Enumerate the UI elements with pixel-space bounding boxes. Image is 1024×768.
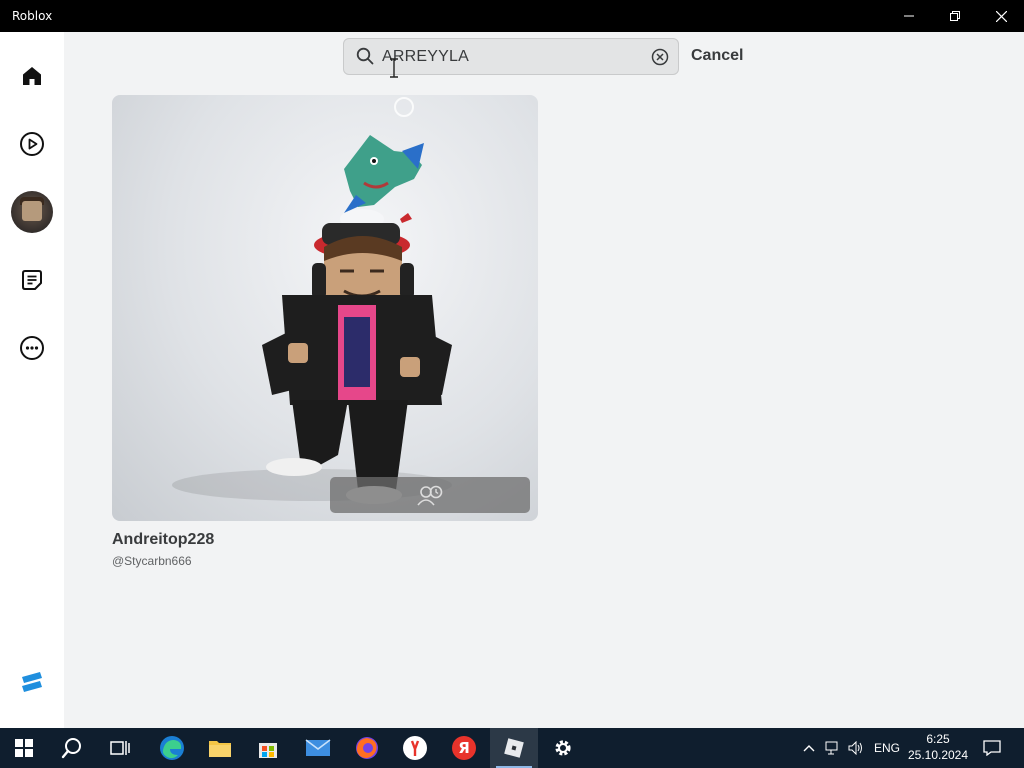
taskbar-store[interactable] bbox=[244, 728, 292, 768]
show-hidden-icons-button[interactable] bbox=[798, 728, 820, 768]
roblox-studio-button[interactable] bbox=[12, 662, 52, 702]
roblox-icon bbox=[504, 738, 524, 758]
network-button[interactable] bbox=[822, 728, 844, 768]
clock[interactable]: 6:25 25.10.2024 bbox=[906, 731, 970, 763]
clock-date: 25.10.2024 bbox=[907, 748, 969, 762]
sidebar-item-home[interactable] bbox=[12, 56, 52, 96]
window-title: Roblox bbox=[12, 9, 53, 23]
title-bar: Roblox bbox=[0, 0, 1024, 32]
user-result-card[interactable] bbox=[112, 95, 538, 521]
firefox-icon bbox=[356, 737, 378, 759]
network-icon bbox=[825, 741, 838, 755]
search-page: ARREYYLA Cancel Andreitop228 @Stycarbn66… bbox=[64, 32, 1024, 728]
restore-button[interactable] bbox=[932, 0, 978, 32]
sidebar-item-play[interactable] bbox=[12, 124, 52, 164]
chat-icon bbox=[22, 270, 42, 290]
text-cursor-icon bbox=[390, 58, 398, 78]
taskbar-roblox[interactable] bbox=[490, 728, 538, 768]
svg-text:Я: Я bbox=[458, 739, 470, 757]
taskbar-yandex[interactable]: Я bbox=[440, 728, 488, 768]
taskbar-yandex-browser[interactable] bbox=[391, 728, 439, 768]
task-view-icon bbox=[110, 741, 130, 755]
home-icon bbox=[23, 67, 41, 85]
result-username: @Stycarbn666 bbox=[112, 554, 192, 568]
yandex-browser-icon bbox=[403, 736, 427, 760]
avatar-image bbox=[172, 135, 452, 504]
sidebar bbox=[0, 32, 64, 728]
roblox-studio-icon bbox=[22, 672, 42, 692]
taskbar-search-button[interactable] bbox=[48, 728, 96, 768]
clock-time: 6:25 bbox=[926, 732, 950, 746]
clear-search-icon[interactable] bbox=[651, 48, 669, 66]
store-icon bbox=[259, 743, 277, 758]
edge-icon bbox=[160, 736, 184, 760]
add-friend-icon bbox=[417, 485, 443, 506]
mail-icon bbox=[305, 739, 331, 756]
taskbar-file-explorer[interactable] bbox=[196, 728, 244, 768]
close-window-button[interactable] bbox=[978, 0, 1024, 32]
search-icon bbox=[356, 47, 374, 65]
search-icon bbox=[61, 738, 81, 759]
taskbar-mail[interactable] bbox=[294, 728, 342, 768]
yandex-icon: Я bbox=[452, 736, 476, 760]
folder-icon bbox=[209, 741, 231, 757]
more-icon bbox=[20, 336, 44, 360]
sidebar-item-avatar[interactable] bbox=[11, 191, 53, 233]
add-friend-button[interactable] bbox=[330, 477, 530, 513]
taskbar-settings[interactable] bbox=[539, 728, 587, 768]
start-button[interactable] bbox=[0, 728, 48, 768]
result-display-name[interactable]: Andreitop228 bbox=[112, 531, 214, 549]
task-view-button[interactable] bbox=[96, 728, 144, 768]
taskbar-firefox[interactable] bbox=[343, 728, 391, 768]
play-icon bbox=[20, 132, 44, 156]
windows-taskbar: Я ENG 6:25 25.10.2024 bbox=[0, 728, 1024, 768]
gear-icon bbox=[555, 740, 571, 756]
chevron-up-icon bbox=[803, 745, 815, 752]
sidebar-item-more[interactable] bbox=[12, 328, 52, 368]
sidebar-item-chat[interactable] bbox=[12, 260, 52, 300]
minimize-button[interactable] bbox=[886, 0, 932, 32]
cancel-button[interactable]: Cancel bbox=[691, 47, 743, 65]
language-indicator[interactable]: ENG bbox=[870, 728, 904, 768]
action-center-button[interactable] bbox=[976, 728, 1008, 768]
speaker-icon bbox=[848, 741, 862, 755]
volume-button[interactable] bbox=[845, 728, 867, 768]
windows-icon bbox=[15, 739, 33, 757]
notification-icon bbox=[983, 740, 1001, 756]
taskbar-edge[interactable] bbox=[148, 728, 196, 768]
